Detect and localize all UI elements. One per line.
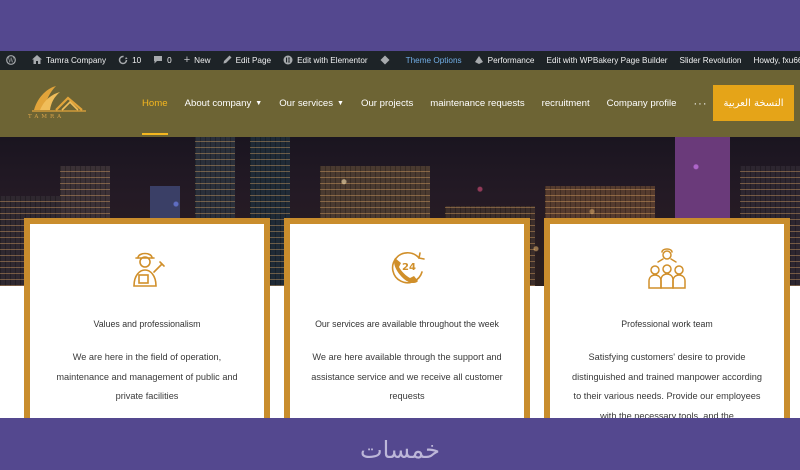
- new-label: New: [194, 56, 211, 65]
- edit-page-link[interactable]: Edit Page: [217, 51, 278, 70]
- phone-24-icon: 24: [391, 251, 425, 284]
- nav-label: Home: [142, 98, 168, 109]
- nav-item-home[interactable]: Home: [142, 70, 168, 137]
- nav-item-our-services[interactable]: Our services ▼: [279, 70, 344, 137]
- card-text: We are here in the field of operation, m…: [56, 352, 238, 401]
- new-content-menu[interactable]: + New: [178, 51, 217, 70]
- card-text: Satisfying customers' desire to provide …: [572, 352, 762, 418]
- feature-card-values: Values and professionalism We are here i…: [24, 218, 270, 418]
- wpbakery-label: Edit with WPBakery Page Builder: [546, 56, 668, 65]
- elementor-icon: [283, 55, 293, 67]
- edit-page-label: Edit Page: [235, 56, 272, 65]
- khamsat-watermark: خمسات: [359, 436, 441, 464]
- slider-label: Slider Revolution: [679, 56, 742, 65]
- wpbakery-link[interactable]: Edit with WPBakery Page Builder: [540, 51, 673, 70]
- nav-label: recruitment: [541, 98, 590, 109]
- browser-viewport: W Tamra Company 10 0 + New Edit Page Edi…: [0, 51, 800, 418]
- home-icon: [32, 55, 42, 66]
- card-title: Values and professionalism: [93, 319, 201, 329]
- card-title: Professional work team: [621, 319, 713, 329]
- wordpress-logo-menu[interactable]: W: [0, 51, 26, 70]
- worker-icon: [133, 252, 165, 287]
- site-name-menu[interactable]: Tamra Company: [26, 51, 112, 70]
- comments-menu[interactable]: 0: [147, 51, 178, 70]
- site-logo[interactable]: TAMRA: [26, 82, 90, 124]
- performance-icon: [474, 55, 484, 67]
- wp-admin-bar: W Tamra Company 10 0 + New Edit Page Edi…: [0, 51, 800, 70]
- theme-options-label: Theme Options: [405, 56, 462, 65]
- plus-icon: +: [183, 54, 191, 66]
- wordpress-icon: W: [6, 54, 16, 67]
- performance-label: Performance: [487, 56, 535, 65]
- site-header: TAMRA Home About company ▼ Our services …: [0, 70, 800, 137]
- chevron-down-icon: ▼: [337, 100, 344, 107]
- elementor-link[interactable]: Edit with Elementor: [277, 51, 374, 70]
- nav-item-maintenance-requests[interactable]: maintenance requests: [430, 70, 524, 137]
- account-menu[interactable]: Howdy, fxu66: [747, 51, 800, 70]
- feature-card-availability: 24 Our services are available throughout…: [284, 218, 530, 418]
- svg-text:W: W: [8, 57, 15, 64]
- chevron-down-icon: ▼: [255, 100, 263, 107]
- logo-text: TAMRA: [28, 114, 65, 120]
- updates-icon: [118, 55, 128, 67]
- nav-item-company-profile[interactable]: Company profile: [607, 70, 677, 137]
- pencil-icon: [223, 55, 232, 66]
- site-name: Tamra Company: [46, 56, 107, 65]
- theme-options-link[interactable]: [374, 51, 400, 70]
- logo-mark-icon: [32, 86, 86, 112]
- arabic-version-button[interactable]: النسخة العربية: [713, 85, 794, 121]
- elementor-label: Edit with Elementor: [297, 56, 368, 65]
- card-text: We are here available through the suppor…: [311, 352, 503, 401]
- team-icon: [648, 248, 686, 289]
- theme-options-menu[interactable]: Theme Options: [400, 51, 468, 70]
- nav-item-recruitment[interactable]: recruitment: [542, 70, 590, 137]
- nav-item-our-projects[interactable]: Our projects: [361, 70, 413, 137]
- nav-label: About company: [184, 98, 252, 109]
- nav-item-about-company[interactable]: About company ▼: [185, 70, 263, 137]
- comments-count: 0: [167, 56, 172, 65]
- nav-label: Our services: [279, 98, 334, 109]
- card-title: Our services are available throughout th…: [315, 319, 499, 329]
- updates-menu[interactable]: 10: [112, 51, 147, 70]
- nav-label: maintenance requests: [430, 98, 525, 109]
- diamond-icon: [380, 55, 390, 67]
- nav-label: Company profile: [606, 98, 677, 109]
- nav-label: Our projects: [360, 98, 414, 109]
- svg-text:24: 24: [402, 262, 416, 273]
- feature-card-team: Professional work team Satisfying custom…: [544, 218, 790, 418]
- comment-icon: [153, 55, 163, 66]
- nav-more-button[interactable]: ···: [694, 70, 708, 137]
- slider-revolution-menu[interactable]: Slider Revolution: [674, 51, 748, 70]
- howdy-label: Howdy, fxu66: [753, 56, 800, 65]
- main-nav: Home About company ▼ Our services ▼ Our …: [142, 70, 725, 137]
- more-dots-icon: ···: [693, 97, 708, 110]
- arabic-button-label: النسخة العربية: [723, 97, 784, 109]
- updates-count: 10: [132, 56, 142, 65]
- performance-menu[interactable]: Performance: [468, 51, 541, 70]
